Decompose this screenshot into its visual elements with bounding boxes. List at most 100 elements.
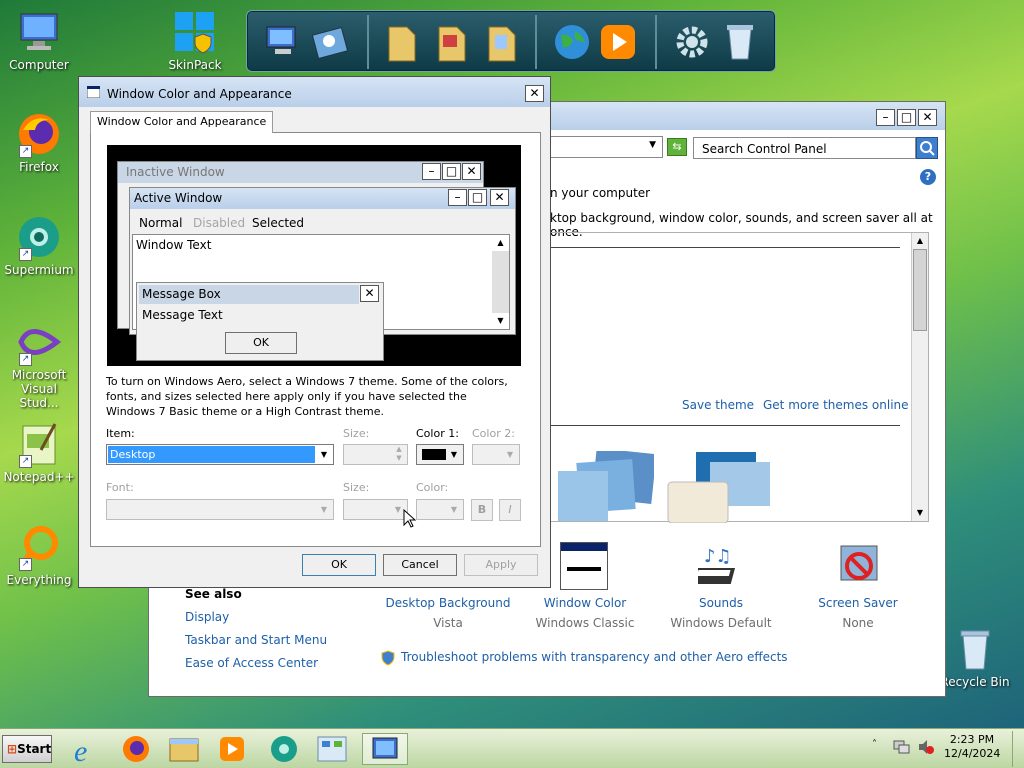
windows-logo-icon xyxy=(171,8,219,56)
chevron-down-icon[interactable]: ▼ xyxy=(649,140,656,150)
taskbar-window-color-icon[interactable] xyxy=(362,733,408,765)
recycle-bin-icon xyxy=(951,625,999,673)
taskbar-media-player-icon[interactable] xyxy=(214,733,250,765)
preview-maximize-button: □ xyxy=(442,163,461,180)
get-more-themes-link[interactable]: Get more themes online xyxy=(763,398,909,412)
preview-active-minimize: – xyxy=(448,189,467,206)
taskbar: ⊞Start e ˄ 2:23 PM 12/4/2024 xyxy=(0,728,1024,768)
settings-gear-icon[interactable] xyxy=(671,21,713,63)
tab-window-color[interactable]: Window Color and Appearance xyxy=(90,111,274,133)
network-icon[interactable] xyxy=(893,739,911,755)
desktop-icon-everything[interactable]: ↗ Everything xyxy=(2,523,76,587)
desktop-icon-skinpack[interactable]: SkinPack xyxy=(158,8,232,72)
font-select: ▼ xyxy=(106,499,334,520)
taskbar-control-panel-icon[interactable] xyxy=(314,733,350,765)
supermium-icon: ↗ xyxy=(15,213,63,261)
font-color-picker: ▼ xyxy=(416,499,464,520)
preview-active-close: ✕ xyxy=(490,189,509,206)
folder-icon[interactable] xyxy=(381,21,423,63)
apply-button: Apply xyxy=(464,554,538,576)
desktop-icon-computer[interactable]: Computer xyxy=(2,8,76,72)
everything-icon: ↗ xyxy=(15,523,63,571)
window-icon xyxy=(86,85,101,99)
desktop-icon-supermium[interactable]: ↗ Supermium xyxy=(2,213,76,277)
window-color-icon xyxy=(560,542,608,590)
item-select[interactable]: Desktop ▼ xyxy=(106,444,334,465)
window-color-dialog: Window Color and Appearance ✕ Window Col… xyxy=(78,76,551,588)
save-theme-link[interactable]: Save theme xyxy=(682,398,754,412)
theme-thumbnail[interactable] xyxy=(554,448,657,523)
desktop-icon-visual-studio[interactable]: ↗ Microsoft Visual Stud... xyxy=(2,318,76,410)
taskbar-explorer-icon[interactable] xyxy=(166,733,202,765)
preview-msgbox-close: ✕ xyxy=(360,285,379,302)
minimize-button[interactable]: – xyxy=(876,109,895,126)
scroll-up-icon[interactable]: ▲ xyxy=(912,233,928,249)
volume-muted-icon[interactable] xyxy=(917,739,935,755)
close-button[interactable]: ✕ xyxy=(918,109,937,126)
shield-icon xyxy=(380,650,396,666)
dock-bar xyxy=(246,10,776,72)
taskbar-start-menu-link[interactable]: Taskbar and Start Menu xyxy=(185,633,327,647)
scrollbar-thumb[interactable] xyxy=(913,249,927,331)
firefox-icon: ↗ xyxy=(15,110,63,158)
cancel-button[interactable]: Cancel xyxy=(383,554,457,576)
desktop-icon-firefox[interactable]: ↗ Firefox xyxy=(2,110,76,174)
documents-folder-icon[interactable] xyxy=(481,21,523,63)
chevron-down-icon: ▼ xyxy=(450,505,458,514)
scroll-down-icon[interactable]: ▼ xyxy=(912,505,928,521)
show-desktop-button[interactable] xyxy=(1012,731,1022,767)
aero-info-text: To turn on Windows Aero, select a Window… xyxy=(106,375,508,418)
mouse-cursor-icon xyxy=(403,508,417,529)
sounds-icon: ♪♫ xyxy=(690,542,746,590)
page-heading: n your computer xyxy=(550,186,651,200)
start-button[interactable]: ⊞Start xyxy=(2,735,52,763)
spin-up-icon: ▲ xyxy=(396,445,402,453)
dialog-titlebar: Window Color and Appearance xyxy=(79,77,550,107)
taskbar-firefox-icon[interactable] xyxy=(118,733,154,765)
dialog-title: Window Color and Appearance xyxy=(107,87,292,101)
shortcut-arrow-icon: ↗ xyxy=(19,145,32,158)
taskbar-supermium-icon[interactable] xyxy=(266,733,302,765)
maximize-button[interactable]: □ xyxy=(897,109,916,126)
sounds-item[interactable]: ♪♫ Sounds Windows Default xyxy=(656,542,786,632)
recycle-bin-icon[interactable] xyxy=(719,21,761,63)
desktop-icon-notepadpp[interactable]: ↗ Notepad++ xyxy=(2,420,76,484)
chevron-down-icon[interactable]: ▼ xyxy=(316,446,332,463)
shortcut-arrow-icon: ↗ xyxy=(19,558,32,571)
theme-list-scrollbar[interactable]: ▲ ▼ xyxy=(911,233,928,521)
chevron-down-icon[interactable]: ▼ xyxy=(446,446,462,463)
help-icon[interactable]: ? xyxy=(920,169,936,185)
svg-text:e: e xyxy=(74,735,87,765)
screen-saver-item[interactable]: Screen Saver None xyxy=(793,542,923,632)
preview-active-maximize: □ xyxy=(468,189,487,206)
theme-thumbnail-selected[interactable] xyxy=(666,448,786,524)
preview-area: Inactive Window – □ ✕ Active Window – □ … xyxy=(107,145,521,366)
show-hidden-icons-icon[interactable]: ˄ xyxy=(872,739,877,750)
taskbar-ie-icon[interactable]: e xyxy=(70,733,106,768)
display-link[interactable]: Display xyxy=(185,610,229,624)
notepadpp-icon: ↗ xyxy=(15,420,63,468)
windows-flag-icon: ⊞ xyxy=(7,742,18,756)
ease-of-access-link[interactable]: Ease of Access Center xyxy=(185,656,318,670)
theme-list[interactable]: Save theme Get more themes online ▲ ▼ xyxy=(549,232,929,524)
refresh-icon[interactable]: ⇆ xyxy=(667,138,687,156)
computer-icon[interactable] xyxy=(263,21,305,63)
chevron-down-icon: ▼ xyxy=(506,450,514,459)
color1-picker[interactable]: ▼ xyxy=(416,444,464,465)
desktop-icon-recycle-bin[interactable]: Recycle Bin xyxy=(938,625,1012,689)
clock[interactable]: 2:23 PM 12/4/2024 xyxy=(944,733,1000,761)
screen-saver-icon xyxy=(835,542,883,590)
see-also-heading: See also xyxy=(185,587,242,601)
search-icon[interactable] xyxy=(916,137,938,159)
chevron-down-icon: ▼ xyxy=(320,505,328,514)
troubleshoot-link[interactable]: Troubleshoot problems with transparency … xyxy=(401,650,788,664)
control-panel-icon[interactable] xyxy=(309,21,351,63)
ok-button[interactable]: OK xyxy=(302,554,376,576)
globe-icon[interactable] xyxy=(551,21,593,63)
media-player-icon[interactable] xyxy=(597,21,639,63)
dialog-close-button[interactable]: ✕ xyxy=(525,85,544,102)
search-input[interactable]: Search Control Panel xyxy=(693,137,916,159)
pictures-folder-icon[interactable] xyxy=(431,21,473,63)
color1-swatch xyxy=(422,449,446,460)
computer-icon xyxy=(15,8,63,56)
